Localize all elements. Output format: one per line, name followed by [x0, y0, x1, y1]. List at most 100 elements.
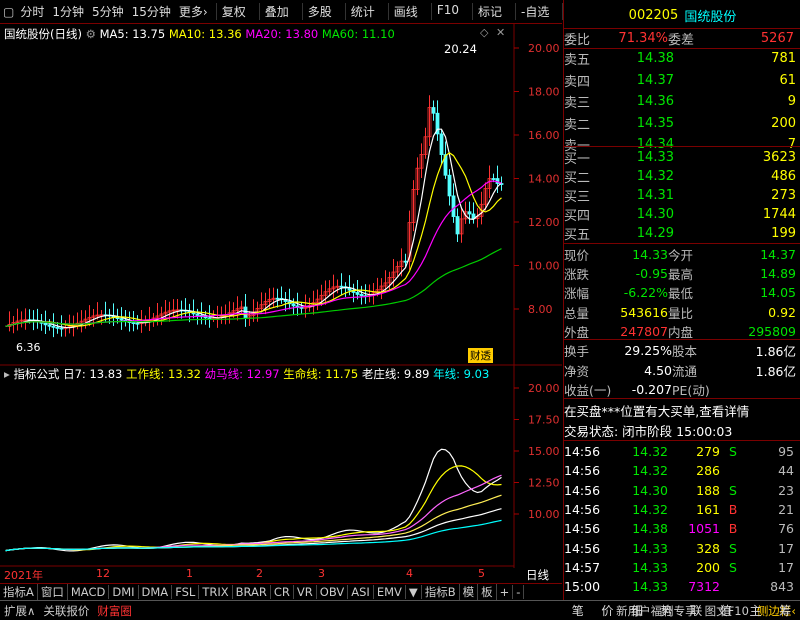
action-button[interactable]: -自选: [515, 3, 554, 20]
period-tab[interactable]: 15分钟: [132, 3, 171, 20]
action-button[interactable]: 画线: [387, 3, 423, 20]
tick-time: 14:56: [564, 444, 601, 459]
order-label: 卖四: [564, 74, 591, 90]
candle-body: [355, 292, 360, 295]
stat-label: 现价: [564, 248, 590, 263]
stat-value: 14.37: [760, 247, 796, 262]
separator: [564, 339, 800, 340]
indicator-tab[interactable]: -: [513, 585, 525, 599]
candle-body: [359, 294, 364, 297]
candle-body: [339, 285, 344, 288]
indicator-tab[interactable]: FSL: [172, 585, 200, 599]
tick-direction: S: [729, 482, 737, 498]
indicator-tab[interactable]: MACD: [68, 585, 110, 599]
candle-body: [439, 133, 444, 155]
tick-volume: 200: [696, 559, 720, 575]
indicator-tab[interactable]: TRIX: [199, 585, 233, 599]
wealth-circle-button[interactable]: 财富圈: [93, 603, 136, 619]
action-button[interactable]: 标记: [471, 3, 507, 20]
indicator-tab[interactable]: 板: [478, 584, 497, 600]
candle-body: [131, 322, 136, 324]
candle-body: [203, 316, 208, 319]
candle-body: [291, 303, 296, 307]
tick-count: 76: [778, 521, 794, 537]
indicator-tab[interactable]: DMA: [139, 585, 173, 599]
tick-volume: 188: [696, 482, 720, 498]
stock-code: 002205: [628, 8, 679, 23]
indicator-tab[interactable]: DMI: [109, 585, 139, 599]
tick-row: 15:00 14.33 7312 843: [564, 577, 800, 596]
period-tab[interactable]: 更多›: [179, 3, 208, 20]
indicator-tab[interactable]: CR: [271, 585, 294, 599]
expand-button[interactable]: 扩展∧: [0, 603, 39, 619]
indicator-tab[interactable]: BRAR: [233, 585, 271, 599]
quote-panel: 002205 国统股份 委比 71.34% 委差 5267 卖五 14.38 781 卖四 14.3…: [563, 0, 800, 600]
action-button[interactable]: 统计: [344, 3, 380, 20]
order-label: 买三: [564, 190, 591, 205]
work-line-value: 工作线: 13.32: [126, 367, 201, 381]
big-order-notice[interactable]: 在买盘***位置有大买单,查看详情: [564, 401, 749, 420]
square-icon[interactable]: ▢: [3, 5, 14, 19]
order-volume: 273: [771, 188, 796, 203]
tick-time: 14:56: [564, 521, 601, 537]
indicator-tab[interactable]: 指标B: [422, 584, 460, 600]
kline-chart[interactable]: 20.00 18.00 16.00 14.00 12.00 10.00 8.00 20.00…: [0, 24, 562, 568]
indicator-tab[interactable]: ASI: [348, 585, 374, 599]
action-button[interactable]: 叠加: [258, 3, 294, 20]
tick-row: 14:56 14.30 188 S 23: [564, 481, 800, 500]
ma5-value: MA5: 13.75: [99, 27, 166, 41]
quote-tab[interactable]: 势: [661, 602, 673, 619]
action-button[interactable]: 复权: [215, 3, 251, 20]
indicator-tab[interactable]: ▼: [406, 585, 422, 599]
indicator-tab[interactable]: 模: [460, 584, 479, 600]
tick-price: 14.33: [632, 579, 668, 595]
indicator-tab[interactable]: VR: [294, 585, 317, 599]
tick-row: 14:57 14.33 200 S 17: [564, 558, 800, 577]
tick-direction: S: [729, 540, 737, 556]
related-quotes-button[interactable]: 关联报价: [39, 603, 93, 619]
indicator-tab[interactable]: OBV: [317, 585, 349, 599]
period-tab[interactable]: 5分钟: [92, 3, 124, 20]
colt-line-value: 幼马线: 12.97: [204, 367, 280, 381]
x-axis-label: 12: [96, 567, 110, 580]
quote-tab[interactable]: 联: [690, 602, 702, 619]
diamond-icon[interactable]: ◇: [480, 26, 488, 39]
quote-tab[interactable]: 值: [720, 602, 732, 619]
tick-time: 14:57: [564, 559, 601, 575]
quote-tab[interactable]: 笔: [572, 602, 584, 619]
stat-value: 543616: [620, 304, 668, 320]
indicator-name[interactable]: 指标公式: [13, 367, 59, 381]
stat-row: 涨跌 -0.95 最高 14.89: [564, 264, 800, 283]
tick-price: 14.30: [632, 482, 668, 498]
tick-price: 14.33: [632, 559, 668, 575]
indicator-tab[interactable]: +: [497, 585, 514, 599]
order-volume: 199: [771, 226, 796, 241]
indicator-tab[interactable]: EMV: [374, 585, 406, 599]
main-chart-legend: 国统股份(日线) ⚙ MA5: 13.75 MA10: 13.36 MA20: …: [4, 26, 395, 42]
life-line-value: 生命线: 11.75: [283, 367, 359, 381]
settings-icon[interactable]: ⚙: [86, 27, 100, 41]
low-price-label: 6.36: [16, 341, 41, 354]
day7-value: 日7: 13.83: [63, 367, 123, 381]
finance-badge[interactable]: 财透: [468, 348, 493, 363]
action-button[interactable]: 多股: [301, 3, 337, 20]
quote-tab[interactable]: 筹: [779, 602, 791, 619]
indicator-tab[interactable]: 指标A: [0, 584, 38, 600]
stat-row: 换手 29.25% 股本 1.86亿: [564, 341, 800, 360]
quote-tab[interactable]: 主: [750, 602, 762, 619]
tick-row: 14:56 14.32 286 44: [564, 461, 800, 480]
period-label[interactable]: 日线: [526, 567, 549, 583]
y-tick-label: 10.00: [528, 508, 560, 521]
period-tab[interactable]: 分时: [20, 3, 44, 20]
notice-row: 在买盘***位置有大买单,查看详情: [564, 401, 800, 420]
indicator-tab[interactable]: 窗口: [38, 584, 68, 600]
weicha-value: 5267: [760, 31, 794, 46]
close-icon[interactable]: ✕: [496, 26, 505, 39]
tick-count: 23: [778, 482, 794, 498]
quote-tab[interactable]: 细: [631, 602, 643, 619]
y-tick-label: 12.00: [528, 216, 560, 229]
tick-row: 14:56 14.32 279 S 95: [564, 442, 800, 461]
action-button[interactable]: F10: [430, 3, 464, 20]
period-tab[interactable]: 1分钟: [52, 3, 84, 20]
quote-tab[interactable]: 价: [601, 602, 613, 619]
